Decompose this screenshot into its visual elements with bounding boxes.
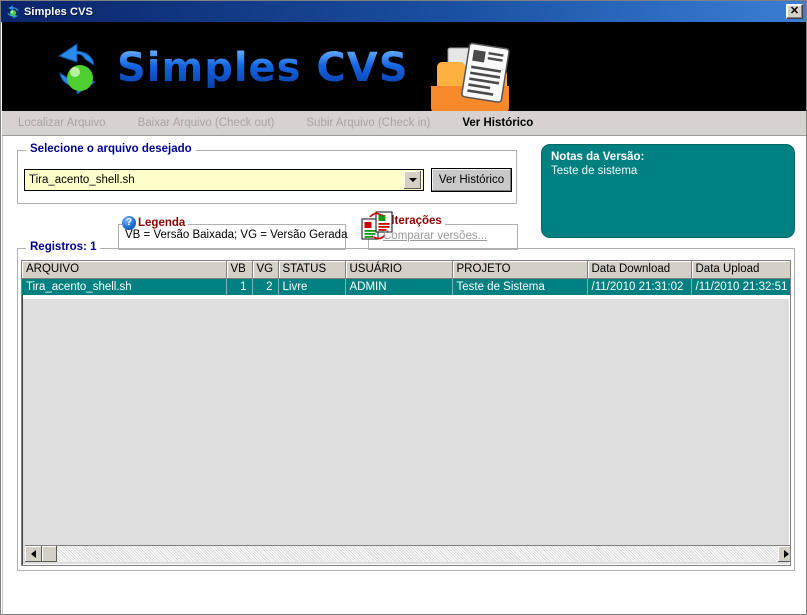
close-icon[interactable]: ✕ [786,4,803,19]
file-select-combobox[interactable]: Tira_acento_shell.sh [24,169,424,191]
recycle-logo-icon [47,36,113,100]
column-header-vg[interactable]: VG [252,261,279,279]
ver-historico-button[interactable]: Ver Histórico [431,168,512,192]
compare-versions-link[interactable]: Comparar versões... [383,230,487,242]
window-titlebar: Simples CVS ✕ [1,1,806,22]
records-count-label: Registros: 1 [26,241,101,253]
cell-vg: 2 [252,278,279,295]
column-header-data-download[interactable]: Data Download [587,261,692,279]
changes-group-header: Alterações [361,211,445,240]
help-circle-icon: ? [122,216,136,230]
column-header-status[interactable]: STATUS [278,261,346,279]
logo-text: Simples CVS [117,45,409,91]
tab-baixar-arquivo[interactable]: Baixar Arquivo (Check out) [122,117,291,129]
tab-localizar-arquivo[interactable]: Localizar Arquivo [2,117,122,129]
history-table: ARQUIVO VB VG STATUS USUÁRIO PROJETO Dat… [21,260,791,566]
arrow-right-icon[interactable] [778,546,790,562]
cell-usuario: ADMIN [345,278,453,295]
cell-vb: 1 [226,278,253,295]
file-select-legend: Selecione o arquivo desejado [26,143,196,155]
table-header-row: ARQUIVO VB VG STATUS USUÁRIO PROJETO Dat… [22,261,790,279]
column-header-data-upload[interactable]: Data Upload [691,261,790,279]
version-notes-title: Notas da Versão: [551,151,645,163]
column-header-vb[interactable]: VB [226,261,253,279]
app-banner: Simples CVS [2,22,806,111]
folder-document-icon [426,40,514,111]
legend-group-header: ? Legenda [122,216,189,230]
cell-data-download: /11/2010 21:31:02 [587,278,692,295]
legend-group-title: Legenda [138,217,186,229]
column-header-projeto[interactable]: PROJETO [452,261,588,279]
column-header-arquivo[interactable]: ARQUIVO [22,261,227,279]
scrollbar-track[interactable] [42,546,778,562]
file-select-value: Tira_acento_shell.sh [29,174,135,186]
tab-subir-arquivo[interactable]: Subir Arquivo (Check in) [290,117,446,129]
cell-data-upload: /11/2010 21:32:51 [691,278,790,295]
table-row[interactable]: Tira_acento_shell.sh 1 2 Livre ADMIN Tes… [22,278,790,295]
legend-group: ? Legenda VB = Versão Baixada; VG = Vers… [118,216,348,250]
tab-ver-historico[interactable]: Ver Histórico [446,117,549,129]
table-empty-area [23,299,789,564]
file-select-group: Selecione o arquivo desejado Tira_acento… [17,143,517,204]
window-title: Simples CVS [24,5,93,18]
arrow-left-icon[interactable] [25,546,42,562]
logo-wordmark: Simples CVS [117,48,409,88]
cell-projeto: Teste de Sistema [452,278,588,295]
legend-text: VB = Versão Baixada; VG = Versão Gerada [125,229,348,241]
cell-status: Livre [278,278,346,295]
chevron-down-icon[interactable] [404,171,421,189]
history-table-content: ARQUIVO VB VG STATUS USUÁRIO PROJETO Dat… [22,261,790,295]
application-window: Simples CVS ✕ Simples CVS Localizar Arqu… [0,0,807,615]
recycle-icon [5,4,21,20]
scrollbar-thumb[interactable] [42,546,57,562]
changes-group: Alterações Comparar versões... [361,211,518,250]
cell-arquivo: Tira_acento_shell.sh [22,278,227,295]
horizontal-scrollbar[interactable] [25,545,790,562]
app-logo: Simples CVS [47,26,409,110]
version-notes-text: Teste de sistema [551,165,638,177]
records-group: Registros: 1 ARQUIVO VB VG STATUS USUÁRI… [17,241,795,571]
column-header-usuario[interactable]: USUÁRIO [345,261,453,279]
main-menu-bar: Localizar Arquivo Baixar Arquivo (Check … [2,111,806,136]
version-notes-panel: Notas da Versão: Teste de sistema [541,144,795,238]
content-area: Selecione o arquivo desejado Tira_acento… [2,136,806,614]
